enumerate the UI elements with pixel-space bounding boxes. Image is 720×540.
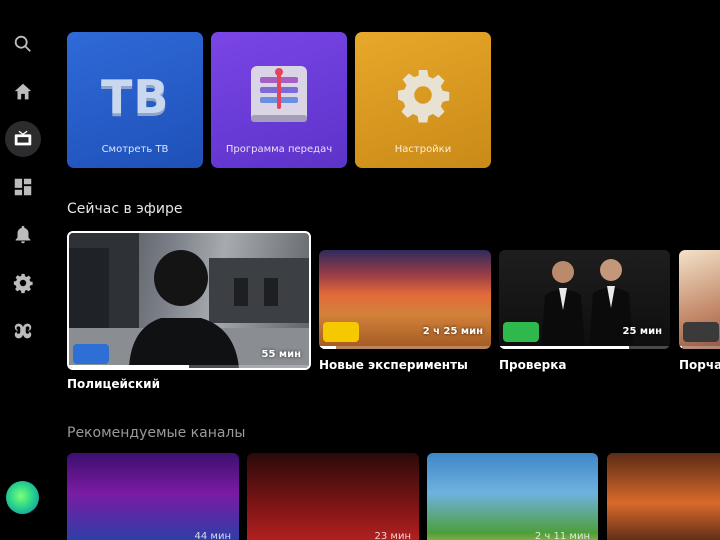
channel-logo xyxy=(73,344,109,364)
program-title: Проверка xyxy=(499,358,567,372)
program-card[interactable]: 55 мин xyxy=(67,231,311,370)
progress-fill xyxy=(69,365,189,368)
kids-icon xyxy=(14,323,32,339)
apps-icon xyxy=(14,178,32,196)
progress-fill xyxy=(679,346,682,349)
recommended-title: Рекомендуемые каналы xyxy=(67,425,246,441)
gear-icon xyxy=(398,70,450,123)
channel-logo xyxy=(503,322,539,342)
tv-guide-tile[interactable]: Программа передач xyxy=(211,32,347,168)
channel-duration: 2 ч 11 мин xyxy=(534,531,590,540)
channel-logo xyxy=(683,322,719,342)
avatar[interactable] xyxy=(6,481,39,514)
sidebar-item-home[interactable] xyxy=(5,74,41,110)
program-duration: 55 мин xyxy=(261,349,302,360)
sidebar-item-search[interactable] xyxy=(5,26,41,62)
sidebar-item-kids[interactable] xyxy=(5,313,41,349)
channel-card[interactable]: 23 мин xyxy=(247,453,419,540)
home-icon xyxy=(14,83,32,100)
channel-card[interactable] xyxy=(607,453,720,540)
channel-duration: 44 мин xyxy=(194,531,231,540)
sidebar xyxy=(0,0,46,540)
progress-fill xyxy=(499,346,629,349)
watch-tv-tile[interactable]: ТВ Смотреть ТВ xyxy=(67,32,203,168)
tv-guide-label: Программа передач xyxy=(225,144,333,155)
tv-guide-icon xyxy=(251,66,307,122)
progress-bar xyxy=(69,365,309,368)
now-on-air-title: Сейчас в эфире xyxy=(67,201,183,217)
sidebar-item-tv[interactable] xyxy=(5,121,41,157)
program-card[interactable]: 2 ч 25 мин xyxy=(319,250,491,349)
progress-bar xyxy=(499,346,670,349)
channel-logo xyxy=(323,322,359,342)
progress-bar xyxy=(319,346,491,349)
sidebar-item-settings[interactable] xyxy=(5,265,41,301)
program-duration: 25 мин xyxy=(622,326,663,337)
program-duration: 2 ч 25 мин xyxy=(422,326,483,337)
gear-icon xyxy=(13,273,33,294)
program-title: Полицейский xyxy=(67,377,160,391)
program-card[interactable] xyxy=(679,250,720,349)
bell-icon xyxy=(15,225,31,244)
settings-label: Настройки xyxy=(394,144,452,155)
sidebar-item-apps[interactable] xyxy=(5,169,41,205)
watch-tv-label: Смотреть ТВ xyxy=(101,144,169,155)
tv-logo: ТВ xyxy=(101,70,170,124)
tv-icon xyxy=(14,130,32,146)
channel-card[interactable]: 44 мин xyxy=(67,453,239,540)
progress-fill xyxy=(319,346,337,349)
sidebar-item-notifications[interactable] xyxy=(5,217,41,253)
channel-card[interactable]: 2 ч 11 мин xyxy=(427,453,598,540)
program-title: Новые эксперименты xyxy=(319,358,468,372)
search-icon xyxy=(14,35,31,52)
program-card[interactable]: 25 мин xyxy=(499,250,670,349)
channel-duration: 23 мин xyxy=(374,531,411,540)
settings-tile[interactable]: Настройки xyxy=(355,32,491,168)
program-title: Порча xyxy=(679,358,720,372)
progress-bar xyxy=(679,346,720,349)
